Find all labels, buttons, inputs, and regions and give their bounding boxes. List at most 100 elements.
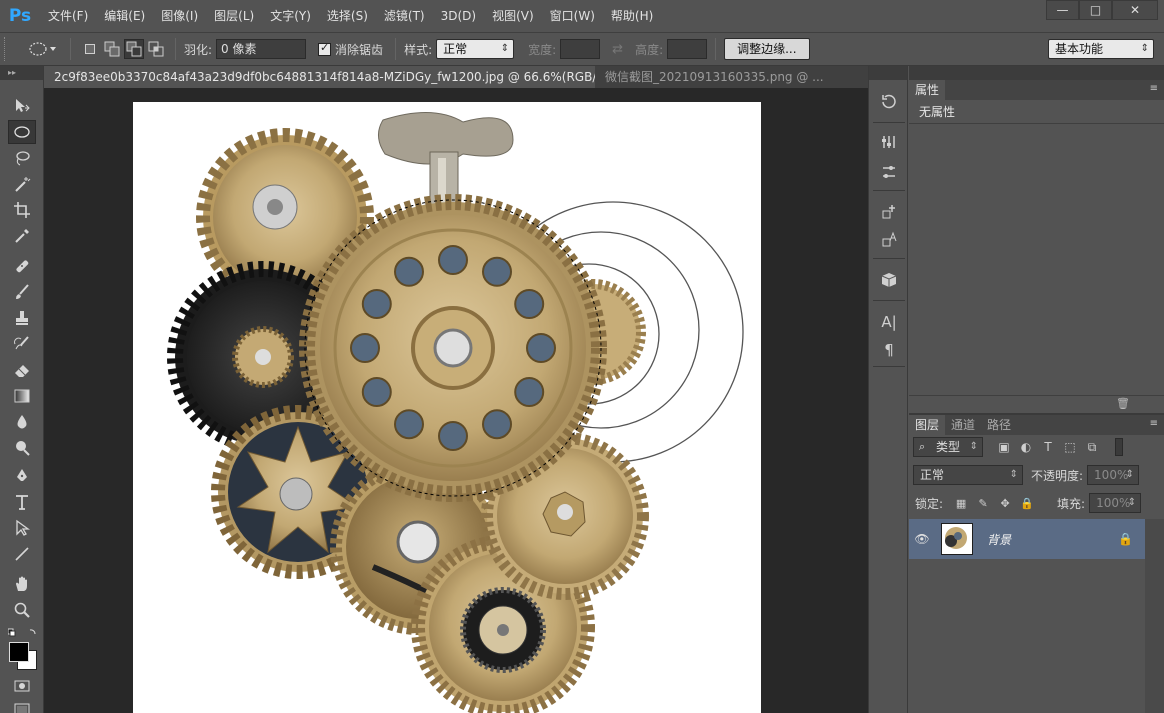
- layer-kind-filter[interactable]: ⌕ 类型: [913, 437, 983, 457]
- canvas-area[interactable]: [44, 88, 868, 713]
- layers-scrollbar[interactable]: [1145, 519, 1164, 713]
- adjustments-icon[interactable]: [877, 130, 901, 154]
- hand-tool[interactable]: [8, 572, 36, 596]
- type-icon: [16, 495, 28, 510]
- tools-panel-header[interactable]: ▸▸: [0, 66, 43, 80]
- width-input[interactable]: [560, 39, 601, 59]
- styles-icon[interactable]: [877, 228, 901, 252]
- layer-name[interactable]: 背景: [987, 531, 1011, 548]
- opacity-input[interactable]: 100%: [1087, 465, 1140, 485]
- move-tool[interactable]: [8, 94, 36, 118]
- maximize-button[interactable]: □: [1079, 0, 1112, 20]
- tool-preset-picker[interactable]: [22, 37, 62, 61]
- document-tab-active[interactable]: 2c9f83ee0b3370c84af43a23d9df0bc64881314f…: [44, 66, 595, 88]
- document-tab-title: 微信截图_20210913160335.png @ ...: [605, 70, 824, 84]
- swap-icon[interactable]: ⇄: [612, 42, 623, 57]
- pen-tool[interactable]: [8, 464, 36, 488]
- filter-adjustment-icon[interactable]: ◐: [1017, 438, 1035, 456]
- dodge-tool[interactable]: [8, 436, 36, 460]
- menu-view[interactable]: 视图(V): [484, 0, 542, 32]
- filter-smart-object-icon[interactable]: ⧉: [1083, 438, 1101, 456]
- icon-column-header[interactable]: [869, 66, 907, 80]
- options-bar: 羽化: 0 像素 消除锯齿 样式: 正常 宽度: ⇄ 高度: 调整边缘... 基…: [0, 32, 1164, 66]
- spot-healing-tool[interactable]: [8, 254, 36, 278]
- foreground-color-swatch[interactable]: [9, 642, 29, 662]
- fill-input[interactable]: 100%: [1089, 493, 1142, 513]
- lock-transparent-icon[interactable]: ▦: [953, 495, 969, 511]
- filter-toggle-switch[interactable]: [1115, 438, 1123, 456]
- crop-tool[interactable]: [8, 198, 36, 222]
- gear-hole: [394, 409, 424, 440]
- minimize-button[interactable]: —: [1046, 0, 1079, 20]
- document-tab-inactive[interactable]: 微信截图_20210913160335.png @ ...✕: [595, 66, 824, 88]
- tab-layers[interactable]: 图层: [909, 415, 946, 435]
- history-brush-tool[interactable]: [8, 332, 36, 356]
- height-input[interactable]: [667, 39, 708, 59]
- character-panel-icon[interactable]: A|: [877, 310, 901, 334]
- default-colors-icon[interactable]: [7, 626, 38, 637]
- menu-layer[interactable]: 图层(L): [206, 0, 262, 32]
- lasso-tool[interactable]: [8, 146, 36, 170]
- blend-mode-dropdown[interactable]: 正常: [913, 465, 1023, 485]
- screen-mode-button[interactable]: [8, 698, 36, 713]
- trash-icon[interactable]: 🗑: [1116, 397, 1130, 410]
- clone-source-icon[interactable]: [877, 200, 901, 224]
- magic-wand-tool[interactable]: [8, 172, 36, 196]
- add-selection-button[interactable]: [102, 39, 122, 59]
- menu-edit[interactable]: 编辑(E): [96, 0, 153, 32]
- tab-channels[interactable]: 通道: [945, 415, 982, 435]
- menu-image[interactable]: 图像(I): [153, 0, 206, 32]
- workspace-dropdown[interactable]: 基本功能: [1048, 39, 1154, 59]
- menu-file[interactable]: 文件(F): [40, 0, 96, 32]
- menu-3d[interactable]: 3D(D): [433, 0, 484, 32]
- tab-properties[interactable]: 属性: [909, 80, 946, 100]
- properties-header-strip[interactable]: [909, 66, 1164, 80]
- menu-filter[interactable]: 滤镜(T): [376, 0, 433, 32]
- elliptical-marquee-tool[interactable]: [8, 120, 36, 144]
- gradient-tool[interactable]: [8, 384, 36, 408]
- options-grip[interactable]: [4, 37, 12, 61]
- subtract-selection-button[interactable]: [124, 39, 144, 59]
- gear-hole: [361, 289, 392, 319]
- lock-pixels-icon[interactable]: ✎: [975, 495, 991, 511]
- brush-tool[interactable]: [8, 280, 36, 304]
- line-tool[interactable]: [8, 542, 36, 566]
- eraser-tool[interactable]: [8, 358, 36, 382]
- panel-menu-icon[interactable]: ≡: [1150, 83, 1158, 94]
- menu-window[interactable]: 窗口(W): [542, 0, 603, 32]
- filter-pixel-icon[interactable]: ▣: [995, 438, 1013, 456]
- feather-input[interactable]: 0 像素: [216, 39, 307, 59]
- menu-type[interactable]: 文字(Y): [262, 0, 319, 32]
- gear-hole: [514, 377, 545, 407]
- blur-tool[interactable]: [8, 410, 36, 434]
- path-selection-tool[interactable]: [8, 516, 36, 540]
- magic-wand-icon: [15, 177, 31, 192]
- layer-row-background[interactable]: 👁 背景 🔒: [909, 519, 1145, 559]
- brush-presets-icon[interactable]: [877, 160, 901, 184]
- type-tool[interactable]: [8, 490, 36, 514]
- close-button[interactable]: ✕: [1112, 0, 1158, 20]
- quick-mask-button[interactable]: [8, 674, 36, 698]
- eye-visibility-icon[interactable]: 👁: [909, 532, 935, 546]
- new-selection-button[interactable]: [80, 39, 100, 59]
- eyedropper-tool[interactable]: [8, 224, 36, 248]
- menu-select[interactable]: 选择(S): [319, 0, 376, 32]
- refine-edge-button[interactable]: 调整边缘...: [724, 38, 810, 60]
- 3d-panel-icon[interactable]: [877, 268, 901, 292]
- filter-type-icon[interactable]: T: [1039, 438, 1057, 456]
- lock-all-icon[interactable]: 🔒: [1019, 495, 1035, 511]
- paragraph-panel-icon[interactable]: ¶: [877, 338, 901, 362]
- history-panel-icon[interactable]: [877, 90, 901, 114]
- lock-position-icon[interactable]: ✥: [997, 495, 1013, 511]
- document-canvas[interactable]: [133, 102, 761, 713]
- menu-help[interactable]: 帮助(H): [603, 0, 661, 32]
- style-dropdown[interactable]: 正常: [436, 39, 515, 59]
- clone-stamp-tool[interactable]: [8, 306, 36, 330]
- panel-menu-icon[interactable]: ≡: [1150, 418, 1158, 429]
- divider: [715, 38, 717, 60]
- intersect-selection-button[interactable]: [146, 39, 166, 59]
- filter-shape-icon[interactable]: ⬚: [1061, 438, 1079, 456]
- tab-paths[interactable]: 路径: [981, 415, 1018, 435]
- antialias-checkbox[interactable]: [318, 41, 332, 56]
- zoom-tool[interactable]: [8, 598, 36, 622]
